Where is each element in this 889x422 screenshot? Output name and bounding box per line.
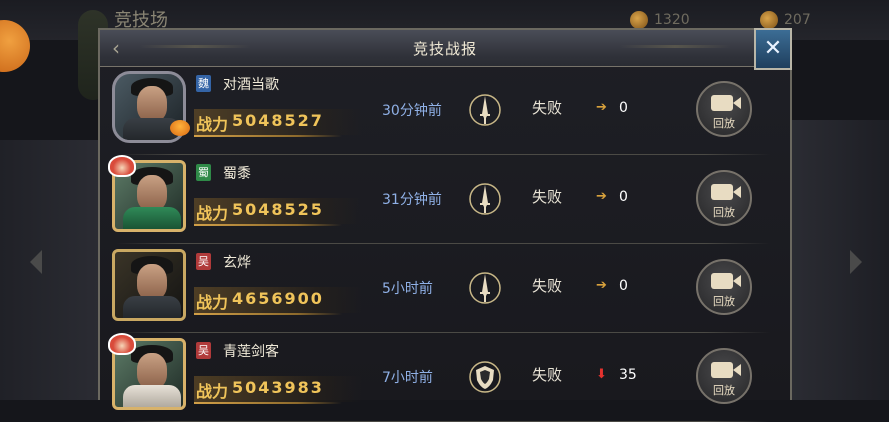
replay-label: 回放	[713, 384, 735, 397]
replay-label: 回放	[713, 295, 735, 308]
battle-time: 5小时前	[382, 281, 433, 297]
sword-icon	[469, 183, 501, 215]
santa-icon	[108, 155, 136, 177]
camera-lens	[733, 364, 741, 376]
background-arrow-left-icon	[30, 250, 42, 274]
battle-result: 失败	[532, 277, 563, 295]
replay-button[interactable]: 回放	[696, 348, 752, 404]
background-panel-left	[0, 140, 100, 400]
player-name: 青莲剑客	[223, 344, 279, 360]
report-row: 吴 青莲剑客 战力 5043983 7小时前 失败 ⬇ 35 回放	[100, 333, 790, 422]
dialog-header: ‹ 竞技战报	[100, 30, 790, 67]
arena-report-dialog: ‹ 竞技战报 ✕ 魏 对酒当歌 战力 5048527 30分钟前 失败 ➔ 0 …	[98, 28, 792, 422]
santa-icon	[108, 333, 136, 355]
portrait-face	[137, 264, 167, 300]
video-camera-icon	[711, 362, 733, 378]
sword-icon	[469, 94, 501, 126]
player-name: 玄烨	[223, 255, 251, 271]
arrow-right-icon: ➔	[596, 189, 607, 204]
battle-result: 失败	[532, 366, 563, 384]
power-label: 战力	[196, 293, 229, 312]
replay-button[interactable]: 回放	[696, 170, 752, 226]
pumpkin-icon	[170, 120, 190, 136]
power-label: 战力	[196, 382, 229, 401]
faction-badge: 魏	[196, 75, 211, 92]
battle-time: 7小时前	[382, 370, 433, 386]
video-camera-icon	[711, 95, 733, 111]
replay-label: 回放	[713, 206, 735, 219]
camera-lens	[733, 275, 741, 287]
dialog-title: 竞技战报	[412, 40, 477, 58]
currency-honor: 207	[760, 11, 811, 29]
shield-icon	[469, 361, 501, 393]
rank-change: 0	[619, 100, 628, 116]
rank-change: 0	[619, 189, 628, 205]
power-label: 战力	[196, 115, 229, 134]
battle-time: 31分钟前	[382, 192, 442, 208]
player-name: 对酒当歌	[223, 77, 279, 93]
rank-change: 0	[619, 278, 628, 294]
arrow-right-icon: ➔	[596, 278, 607, 293]
power-value: 4656900	[232, 289, 324, 308]
battle-time: 30分钟前	[382, 103, 442, 119]
report-list: 魏 对酒当歌 战力 5048527 30分钟前 失败 ➔ 0 回放 蜀 蜀黍 战…	[100, 66, 790, 422]
close-icon: ✕	[763, 36, 783, 61]
background-panel-right	[792, 120, 889, 400]
report-row: 吴 玄烨 战力 4656900 5小时前 失败 ➔ 0 回放	[100, 244, 790, 333]
hero-portrait[interactable]	[112, 249, 186, 321]
portrait-armor	[123, 207, 181, 229]
power-label: 战力	[196, 204, 229, 223]
faction-badge: 吴	[196, 253, 211, 270]
portrait-face	[137, 353, 167, 389]
player-name: 蜀黍	[223, 166, 251, 182]
power-value: 5048527	[232, 111, 324, 130]
replay-label: 回放	[713, 117, 735, 130]
faction-badge: 吴	[196, 342, 211, 359]
portrait-armor	[123, 296, 181, 318]
sword-icon	[469, 272, 501, 304]
replay-button[interactable]: 回放	[696, 259, 752, 315]
camera-lens	[733, 97, 741, 109]
video-camera-icon	[711, 184, 733, 200]
faction-badge: 蜀	[196, 164, 211, 181]
power-value: 5043983	[232, 378, 324, 397]
coin-icon	[630, 11, 648, 29]
arrow-down-icon: ⬇	[596, 367, 607, 382]
battle-result: 失败	[532, 188, 563, 206]
currency-gold: 1320	[630, 11, 690, 29]
close-button[interactable]: ✕	[754, 28, 792, 70]
camera-lens	[733, 186, 741, 198]
report-row: 蜀 蜀黍 战力 5048525 31分钟前 失败 ➔ 0 回放	[100, 155, 790, 244]
battle-result: 失败	[532, 99, 563, 117]
video-camera-icon	[711, 273, 733, 289]
honor-icon	[760, 11, 778, 29]
replay-button[interactable]: 回放	[696, 81, 752, 137]
arrow-right-icon: ➔	[596, 100, 607, 115]
portrait-armor	[123, 385, 181, 407]
background-arrow-right-icon	[850, 250, 862, 274]
portrait-face	[137, 175, 167, 211]
rank-change: 35	[619, 367, 637, 383]
power-value: 5048525	[232, 200, 324, 219]
portrait-face	[137, 86, 167, 122]
report-row: 魏 对酒当歌 战力 5048527 30分钟前 失败 ➔ 0 回放	[100, 66, 790, 155]
